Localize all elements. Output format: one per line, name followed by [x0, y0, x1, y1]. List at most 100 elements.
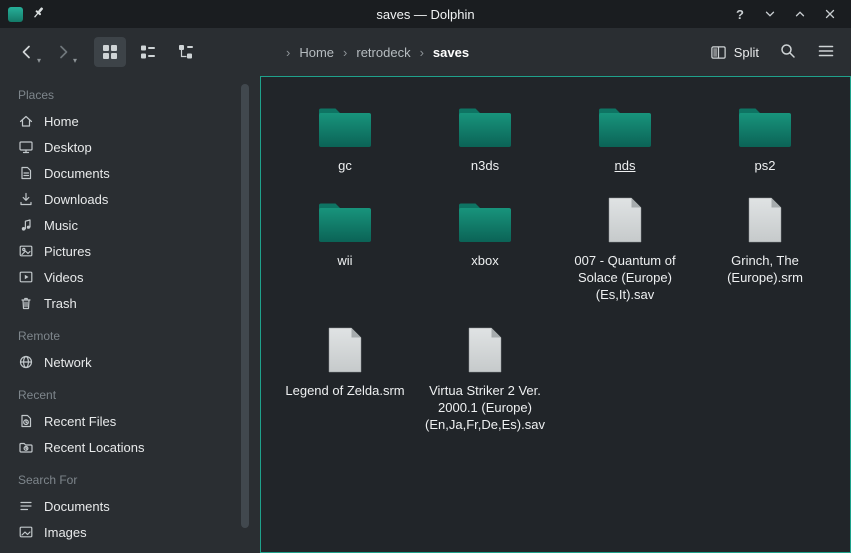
forward-dropdown-icon[interactable]: ▾ — [73, 57, 77, 65]
forward-button[interactable]: ▾ — [48, 37, 78, 67]
sidebar-item-desktop[interactable]: Desktop — [10, 134, 260, 160]
sidebar-item-search-audio[interactable]: Audio — [10, 545, 260, 553]
file-label: gc — [338, 157, 352, 174]
minimize-button[interactable] — [761, 5, 779, 23]
sidebar-item-videos[interactable]: Videos — [10, 264, 260, 290]
section-header-recent: Recent — [18, 388, 260, 402]
hamburger-icon — [817, 42, 835, 60]
breadcrumb-saves[interactable]: saves — [433, 45, 469, 60]
split-button[interactable]: Split — [710, 44, 759, 61]
folder-ps2[interactable]: ps2 — [695, 87, 835, 174]
titlebar: saves — Dolphin ? — [0, 0, 851, 28]
folder-nds[interactable]: nds — [555, 87, 695, 174]
document-icon — [18, 165, 34, 181]
section-header-places: Places — [18, 88, 260, 102]
sidebar-item-label: Images — [44, 525, 87, 540]
folder-gc[interactable]: gc — [275, 87, 415, 174]
sidebar-item-recent-files[interactable]: Recent Files — [10, 408, 260, 434]
compact-view-icon — [139, 43, 157, 61]
nav-buttons: ▾ ▾ — [0, 37, 78, 67]
back-dropdown-icon[interactable]: ▾ — [37, 57, 41, 65]
file-label: 007 - Quantum of Solace (Europe) (Es,It)… — [561, 252, 689, 303]
sidebar-item-label: Videos — [44, 270, 84, 285]
titlebar-controls: ? — [731, 5, 851, 23]
sidebar-item-label: Documents — [44, 166, 110, 181]
places-panel: Places Home Desktop Documents Downloads … — [0, 76, 260, 553]
details-view-button[interactable] — [170, 37, 202, 67]
sidebar-item-label: Recent Files — [44, 414, 116, 429]
breadcrumb-retrodeck[interactable]: retrodeck — [356, 45, 410, 60]
icons-view-button[interactable] — [94, 37, 126, 67]
file-legend-of-zelda[interactable]: Legend of Zelda.srm — [275, 312, 415, 399]
breadcrumb: › Home › retrodeck › saves — [286, 45, 469, 60]
file-007-quantum-of-solace[interactable]: 007 - Quantum of Solace (Europe) (Es,It)… — [555, 182, 695, 303]
file-label: xbox — [471, 252, 498, 269]
back-button[interactable]: ▾ — [12, 37, 42, 67]
file-virtua-striker[interactable]: Virtua Striker 2 Ver. 2000.1 (Europe) (E… — [415, 312, 555, 433]
sidebar-item-search-images[interactable]: Images — [10, 519, 260, 545]
compact-view-button[interactable] — [132, 37, 164, 67]
folder-icon — [597, 93, 653, 149]
sidebar-item-label: Pictures — [44, 244, 91, 259]
file-label: Virtua Striker 2 Ver. 2000.1 (Europe) (E… — [421, 382, 549, 433]
app-icon — [8, 7, 23, 22]
file-icon — [466, 318, 504, 374]
folder-icon — [457, 93, 513, 149]
toolbar: ▾ ▾ — [0, 28, 851, 76]
file-label: wii — [337, 252, 352, 269]
download-icon — [18, 191, 34, 207]
sidebar-scrollbar[interactable] — [241, 84, 249, 528]
breadcrumb-separator-icon: › — [420, 45, 424, 60]
breadcrumb-home[interactable]: Home — [299, 45, 334, 60]
sidebar-item-documents[interactable]: Documents — [10, 160, 260, 186]
folder-wii[interactable]: wii — [275, 182, 415, 269]
sidebar-item-label: Network — [44, 355, 92, 370]
close-button[interactable] — [821, 5, 839, 23]
titlebar-left — [0, 5, 46, 23]
split-view-icon — [710, 44, 727, 61]
breadcrumb-separator-icon: › — [286, 45, 290, 60]
pin-icon[interactable] — [31, 5, 46, 23]
sidebar-item-search-documents[interactable]: Documents — [10, 493, 260, 519]
hamburger-menu-button[interactable] — [817, 42, 835, 63]
image-icon — [18, 243, 34, 259]
sidebar-item-home[interactable]: Home — [10, 108, 260, 134]
monitor-icon — [18, 139, 34, 155]
breadcrumb-separator-icon: › — [343, 45, 347, 60]
sidebar-item-label: Trash — [44, 296, 77, 311]
file-grinch-the[interactable]: Grinch, The (Europe).srm — [695, 182, 835, 286]
sidebar-item-label: Documents — [44, 499, 110, 514]
window-title: saves — Dolphin — [0, 7, 851, 22]
folder-view[interactable]: gc n3ds nds ps2 — [260, 76, 851, 553]
file-icon — [746, 188, 784, 244]
sidebar-item-pictures[interactable]: Pictures — [10, 238, 260, 264]
view-mode-buttons — [94, 37, 202, 67]
file-label: nds — [615, 157, 636, 174]
sidebar-item-recent-locations[interactable]: Recent Locations — [10, 434, 260, 460]
sidebar-item-label: Recent Locations — [44, 440, 144, 455]
sidebar-item-music[interactable]: Music — [10, 212, 260, 238]
sidebar-item-label: Home — [44, 114, 79, 129]
folder-icon — [737, 93, 793, 149]
search-icon — [779, 42, 797, 60]
help-button[interactable]: ? — [731, 5, 749, 23]
file-icon — [606, 188, 644, 244]
recent-files-icon — [18, 413, 34, 429]
sidebar-item-label: Downloads — [44, 192, 108, 207]
toolbar-right: Split — [710, 42, 851, 63]
sidebar-item-label: Desktop — [44, 140, 92, 155]
folder-xbox[interactable]: xbox — [415, 182, 555, 269]
sidebar-item-downloads[interactable]: Downloads — [10, 186, 260, 212]
details-view-icon — [177, 43, 195, 61]
sidebar-item-label: Music — [44, 218, 78, 233]
sidebar-item-network[interactable]: Network — [10, 349, 260, 375]
sidebar-item-trash[interactable]: Trash — [10, 290, 260, 316]
folder-icon — [317, 188, 373, 244]
file-label: Grinch, The (Europe).srm — [701, 252, 829, 286]
folder-n3ds[interactable]: n3ds — [415, 87, 555, 174]
maximize-button[interactable] — [791, 5, 809, 23]
file-icon — [326, 318, 364, 374]
section-header-search-for: Search For — [18, 473, 260, 487]
search-button[interactable] — [779, 42, 797, 63]
file-label: ps2 — [755, 157, 776, 174]
